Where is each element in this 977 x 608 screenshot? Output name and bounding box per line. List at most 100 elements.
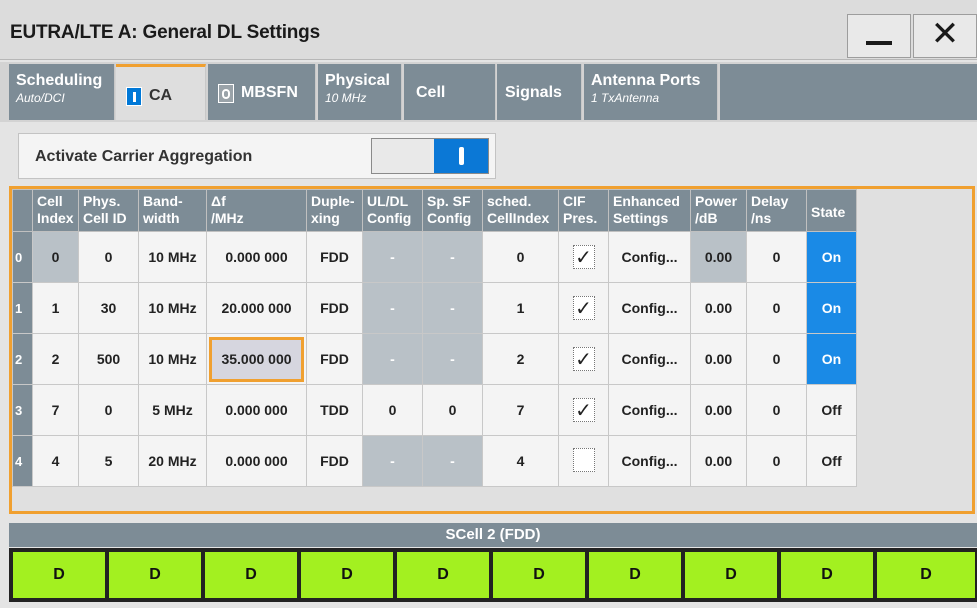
ul-dl-config: - bbox=[362, 333, 423, 385]
cif-pres-cell[interactable]: ✓ bbox=[558, 384, 609, 436]
bandwidth[interactable]: 20 MHz bbox=[138, 435, 207, 487]
bandwidth[interactable]: 10 MHz bbox=[138, 231, 207, 283]
sched-cellindex[interactable]: 1 bbox=[482, 282, 559, 334]
subframe-1[interactable]: D bbox=[109, 552, 203, 598]
subframe-5[interactable]: D bbox=[493, 552, 587, 598]
tab-ca[interactable]: CA bbox=[116, 64, 206, 120]
power[interactable]: 0.00 bbox=[690, 435, 747, 487]
carrier-table: Cell Index Phys. Cell ID Band-width Δf/MHz… bbox=[12, 189, 950, 487]
ul-dl-config: - bbox=[362, 435, 423, 487]
cell-index[interactable]: 1 bbox=[32, 282, 79, 334]
phys-cell-id[interactable]: 5 bbox=[78, 435, 139, 487]
tab-physical-sub: 10 MHz bbox=[325, 91, 367, 105]
delay[interactable]: 0 bbox=[746, 435, 807, 487]
phys-cell-id[interactable]: 0 bbox=[78, 231, 139, 283]
close-button[interactable]: ✕ bbox=[913, 14, 977, 58]
delta-f[interactable]: 0.000 000 bbox=[206, 435, 307, 487]
enhanced-settings-button[interactable]: Config... bbox=[608, 333, 691, 385]
cif-pres-cell[interactable]: ✓ bbox=[558, 231, 609, 283]
window-title: EUTRA/LTE A: General DL Settings bbox=[10, 22, 320, 43]
subframe-9[interactable]: D bbox=[877, 552, 975, 598]
tab-physical[interactable]: Physical 10 MHz bbox=[318, 64, 402, 120]
duplexing[interactable]: FDD bbox=[306, 231, 363, 283]
duplexing[interactable]: FDD bbox=[306, 282, 363, 334]
power[interactable]: 0.00 bbox=[690, 384, 747, 436]
subframe-4[interactable]: D bbox=[397, 552, 491, 598]
tab-scheduling-label: Scheduling bbox=[16, 72, 103, 89]
sched-cellindex[interactable]: 0 bbox=[482, 231, 559, 283]
checkbox-checked-icon[interactable]: ✓ bbox=[572, 347, 595, 371]
bandwidth[interactable]: 5 MHz bbox=[138, 384, 207, 436]
cell-index[interactable]: 4 bbox=[32, 435, 79, 487]
subframe-0[interactable]: D bbox=[13, 552, 107, 598]
cif-pres-cell[interactable] bbox=[558, 435, 609, 487]
header-delay: Delay/ns bbox=[746, 189, 807, 232]
enhanced-settings-button[interactable]: Config... bbox=[608, 384, 691, 436]
header-sched-cellindex: sched. CellIndex bbox=[482, 189, 559, 232]
cell-index[interactable]: 2 bbox=[32, 333, 79, 385]
bandwidth[interactable]: 10 MHz bbox=[138, 333, 207, 385]
checkbox-checked-icon[interactable]: ✓ bbox=[572, 245, 595, 269]
activate-ca-label: Activate Carrier Aggregation bbox=[35, 148, 253, 165]
delta-f[interactable]: 0.000 000 bbox=[206, 231, 307, 283]
duplexing[interactable]: FDD bbox=[306, 333, 363, 385]
activate-ca-switch[interactable] bbox=[371, 138, 489, 174]
sp-sf-config: - bbox=[422, 231, 483, 283]
table-row: 1 1 30 10 MHz 20.000 000 FDD - - 1 ✓ Con… bbox=[12, 282, 950, 334]
enhanced-settings-button[interactable]: Config... bbox=[608, 282, 691, 334]
state[interactable]: Off bbox=[806, 384, 857, 436]
tab-cell[interactable]: Cell bbox=[404, 64, 496, 120]
delta-f-selected-cell[interactable]: 35.000 000 bbox=[206, 333, 307, 385]
subframe-2[interactable]: D bbox=[205, 552, 299, 598]
bandwidth[interactable]: 10 MHz bbox=[138, 282, 207, 334]
mbsfn-toggle-off-icon bbox=[218, 84, 234, 103]
delay[interactable]: 0 bbox=[746, 231, 807, 283]
header-power: Power/dB bbox=[690, 189, 747, 232]
sp-sf-config[interactable]: 0 bbox=[422, 384, 483, 436]
cell-index[interactable]: 0 bbox=[32, 231, 79, 283]
tab-mbsfn[interactable]: MBSFN bbox=[208, 64, 316, 120]
delay[interactable]: 0 bbox=[746, 333, 807, 385]
subframe-3[interactable]: D bbox=[301, 552, 395, 598]
state[interactable]: On bbox=[806, 282, 857, 334]
delta-f[interactable]: 20.000 000 bbox=[206, 282, 307, 334]
table-row: 3 7 0 5 MHz 0.000 000 TDD 0 0 7 ✓ Config… bbox=[12, 384, 950, 436]
duplexing[interactable]: TDD bbox=[306, 384, 363, 436]
tab-antenna-ports[interactable]: Antenna Ports 1 TxAntenna bbox=[584, 64, 718, 120]
state[interactable]: Off bbox=[806, 435, 857, 487]
checkbox-checked-icon[interactable]: ✓ bbox=[572, 296, 595, 320]
sched-cellindex[interactable]: 4 bbox=[482, 435, 559, 487]
delay[interactable]: 0 bbox=[746, 384, 807, 436]
cif-pres-cell[interactable]: ✓ bbox=[558, 333, 609, 385]
header-sp-sf-config: Sp. SF Config bbox=[422, 189, 483, 232]
cell-index[interactable]: 7 bbox=[32, 384, 79, 436]
state[interactable]: On bbox=[806, 231, 857, 283]
tab-scheduling[interactable]: Scheduling Auto/DCI bbox=[9, 64, 115, 120]
enhanced-settings-button[interactable]: Config... bbox=[608, 231, 691, 283]
state[interactable]: On bbox=[806, 333, 857, 385]
phys-cell-id[interactable]: 0 bbox=[78, 384, 139, 436]
delta-f-input[interactable]: 35.000 000 bbox=[209, 336, 304, 382]
subframe-6[interactable]: D bbox=[589, 552, 683, 598]
sp-sf-config: - bbox=[422, 333, 483, 385]
power[interactable]: 0.00 bbox=[690, 282, 747, 334]
checkbox-unchecked-icon[interactable] bbox=[572, 447, 595, 472]
checkbox-checked-icon[interactable]: ✓ bbox=[572, 398, 595, 422]
tab-signals[interactable]: Signals bbox=[497, 64, 582, 120]
sched-cellindex[interactable]: 7 bbox=[482, 384, 559, 436]
cif-pres-cell[interactable]: ✓ bbox=[558, 282, 609, 334]
header-phys-cell-id: Phys. Cell ID bbox=[78, 189, 139, 232]
phys-cell-id[interactable]: 500 bbox=[78, 333, 139, 385]
delay[interactable]: 0 bbox=[746, 282, 807, 334]
enhanced-settings-button[interactable]: Config... bbox=[608, 435, 691, 487]
duplexing[interactable]: FDD bbox=[306, 435, 363, 487]
phys-cell-id[interactable]: 30 bbox=[78, 282, 139, 334]
delta-f[interactable]: 0.000 000 bbox=[206, 384, 307, 436]
minimize-button[interactable] bbox=[847, 14, 911, 58]
sched-cellindex[interactable]: 2 bbox=[482, 333, 559, 385]
power[interactable]: 0.00 bbox=[690, 333, 747, 385]
ul-dl-config[interactable]: 0 bbox=[362, 384, 423, 436]
subframe-8[interactable]: D bbox=[781, 552, 875, 598]
table-row: 4 4 5 20 MHz 0.000 000 FDD - - 4 Config.… bbox=[12, 435, 950, 487]
subframe-7[interactable]: D bbox=[685, 552, 779, 598]
